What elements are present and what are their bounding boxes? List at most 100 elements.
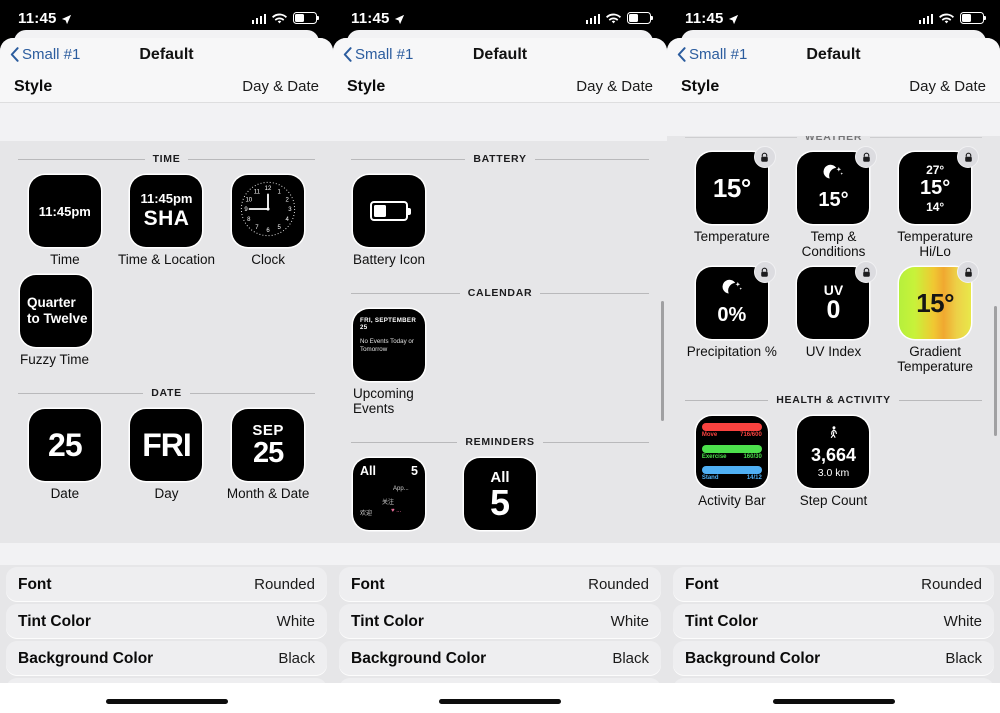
widget-cell-step-count[interactable]: 3,664 3.0 km Step Count [783,416,885,508]
widget-cell-gradient-temperature[interactable]: 15° Gradient Temperature [884,261,986,375]
settings-value: Black [278,650,315,667]
widget-tile-time-location[interactable]: 11:45pm SHA [130,175,203,247]
widget-tile-time[interactable]: 11:45pm [28,175,101,247]
back-button-label: Small #1 [355,46,414,63]
widget-grid-calendar: FRI, SEPTEMBER 25 No Events Today or Tom… [333,309,667,424]
widget-tile-day[interactable]: FRI [130,409,203,482]
widget-cell-fuzzy-time[interactable]: Quarter to Twelve Fuzzy Time [14,275,116,367]
widget-cell-date[interactable]: 25 Date [14,409,116,501]
settings-row-font[interactable]: Font Rounded [673,567,994,602]
widget-caption: Upcoming Events [353,386,414,417]
widget-cell-upcoming-events[interactable]: FRI, SEPTEMBER 25 No Events Today or Tom… [347,309,449,416]
settings-row-font[interactable]: Font Rounded [6,567,327,602]
settings-value: Black [612,650,649,667]
back-button[interactable]: Small #1 [10,46,80,63]
tile-wrap: FRI, SEPTEMBER 25 No Events Today or Tom… [353,309,425,382]
nav-bar-3: Small #1 Default [667,38,1000,71]
lock-icon [957,146,980,168]
widget-tile-activity-bar[interactable]: Move 716/600 Exercise 160/30 Stand 14/12 [695,416,768,489]
widget-cell-reminders-count[interactable]: All 5 [449,458,551,531]
settings-list-2: Font Rounded Tint Color White Background… [333,565,667,713]
widget-cell-time-location[interactable]: 11:45pm SHA Time & Location [116,175,218,267]
tile-precip-value: 0% [717,304,747,327]
tile-temp-value: 15° [818,189,849,211]
widget-gallery-1[interactable]: TIME 11:45pm Time 11:45pm SHA Time & Loc… [0,141,333,543]
widget-caption: Day [154,486,179,502]
settings-key: Background Color [351,649,487,667]
widget-cell-temp-conditions[interactable]: 15° Temp & Conditions [783,146,885,260]
widget-tile-reminders-count[interactable]: All 5 [463,458,536,531]
widget-tile-upcoming-events[interactable]: FRI, SEPTEMBER 25 No Events Today or Tom… [353,309,425,382]
widget-tile-reminders-list[interactable]: All 5 App... 关注 欢迎 ♥ ... [353,458,425,531]
tile-location-code: SHA [143,207,190,230]
settings-row-tint-color[interactable]: Tint Color White [6,604,327,639]
settings-row-background-color[interactable]: Background Color Black [6,641,327,676]
rule-left [685,136,797,138]
widget-cell-temperature[interactable]: 15° Temperature [681,146,783,259]
back-button-label: Small #1 [689,46,748,63]
widget-cell-time[interactable]: 11:45pm Time [14,175,116,267]
widget-tile-date[interactable]: 25 [28,409,101,482]
tile-month: SEP [252,421,284,439]
widget-gallery-3[interactable]: WEATHER 15° Temperature 15° Temp & Condi… [667,136,1000,543]
back-button[interactable]: Small #1 [343,46,413,63]
back-button[interactable]: Small #1 [677,46,747,63]
cellular-signal-icon [251,13,266,24]
section-header-weather: WEATHER [667,136,1000,143]
settings-row-background-color[interactable]: Background Color Black [339,641,661,676]
widget-tile-battery-icon[interactable] [353,175,425,247]
widget-tile-fuzzy-time[interactable]: Quarter to Twelve [20,275,92,348]
section-title-battery: BATTERY [473,153,527,165]
widget-grid-date: 25 Date FRI Day SEP 25 Month & Date [0,409,333,509]
tile-reminders-count: 5 [489,481,510,523]
tile-wrap: Move 716/600 Exercise 160/30 Stand 14/12 [695,416,768,489]
chevron-left-icon [677,47,686,62]
svg-text:11: 11 [254,189,261,195]
style-row-1[interactable]: Style Day & Date [0,71,333,103]
widget-caption: Gradient Temperature [897,344,974,375]
lock-icon [855,146,878,168]
reminder-row-1: App... [393,486,409,493]
widget-cell-clock[interactable]: 12 1 2 345 678 9 10 11 Clock [217,175,319,267]
settings-key: Tint Color [685,612,758,630]
widget-grid-weather: 15° Temperature 15° Temp & Conditions 27… [667,146,1000,382]
home-indicator[interactable] [772,699,895,704]
tile-date-value: 25 [48,426,83,463]
scrollbar-indicator[interactable] [661,301,664,421]
widget-gallery-2[interactable]: BATTERY Battery Icon CALENDAR FRI, SEPTE… [333,141,667,543]
svg-text:4: 4 [286,217,290,223]
settings-row-tint-color[interactable]: Tint Color White [339,604,661,639]
settings-row-tint-color[interactable]: Tint Color White [673,604,994,639]
widget-caption: Temperature [693,229,770,244]
settings-row-font[interactable]: Font Rounded [339,567,661,602]
widget-cell-temperature-hilo[interactable]: 27° 15° 14° Temperature Hi/Lo [884,146,986,259]
phone-screen-1: 11:45 Small #1 Default Style Day & Date … [0,0,333,713]
style-row-2[interactable]: Style Day & Date [333,71,667,103]
widget-cell-activity-bar[interactable]: Move 716/600 Exercise 160/30 Stand 14/12… [681,416,783,508]
widget-cell-reminders-list[interactable]: All 5 App... 关注 欢迎 ♥ ... [347,458,449,531]
widget-caption: Temp & Conditions [801,229,866,260]
style-row-3[interactable]: Style Day & Date [667,71,1000,103]
home-indicator-zone [0,683,333,713]
scrollbar-indicator[interactable] [994,306,997,436]
activity-ring-exercise: Exercise 160/30 [701,444,762,460]
widget-tile-step-count[interactable]: 3,664 3.0 km [797,416,870,489]
settings-key: Background Color [18,649,154,667]
home-indicator[interactable] [439,699,561,704]
home-indicator[interactable] [105,699,228,704]
activity-label-exercise: Exercise 160/30 [702,454,762,460]
widget-cell-precipitation[interactable]: 0% Precipitation % [681,261,783,374]
activity-name: Stand [701,475,719,482]
widget-cell-battery-icon[interactable]: Battery Icon [347,175,449,267]
widget-cell-uv-index[interactable]: UV 0 UV Index [783,261,885,374]
widget-cell-day[interactable]: FRI Day [116,409,218,501]
rule-right [189,392,316,394]
back-button-label: Small #1 [22,46,81,63]
tile-reminders-rows: App... 关注 欢迎 ♥ ... [360,481,418,524]
settings-sheet-1: Small #1 Default Style Day & Date TIME 1… [0,38,333,713]
widget-tile-month-date[interactable]: SEP 25 [232,409,305,482]
lock-icon [855,261,878,284]
settings-row-background-color[interactable]: Background Color Black [673,641,994,676]
widget-tile-clock[interactable]: 12 1 2 3 45 6 78 9 10 11 [232,175,305,247]
widget-cell-month-date[interactable]: SEP 25 Month & Date [217,409,319,501]
